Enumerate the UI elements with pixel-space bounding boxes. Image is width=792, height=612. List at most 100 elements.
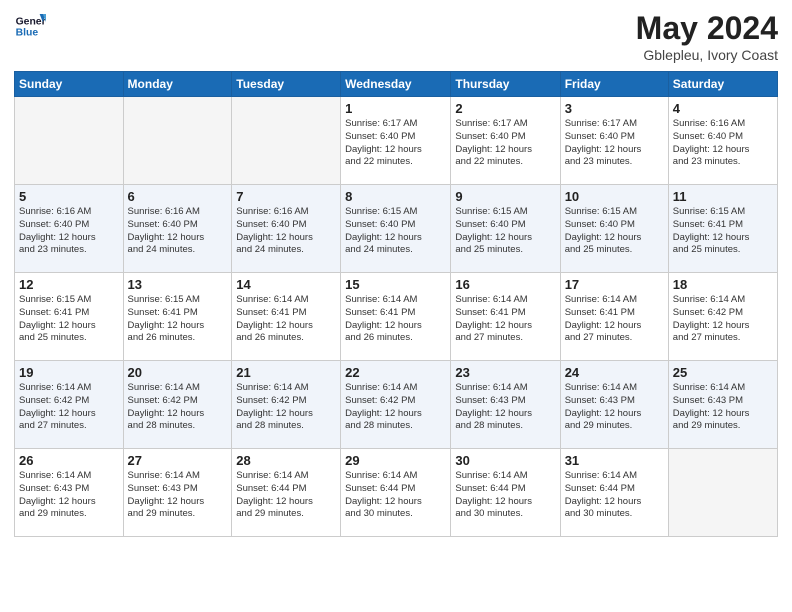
day-info: Sunrise: 6:14 AM Sunset: 6:42 PM Dayligh… xyxy=(19,382,119,433)
calendar-day-cell: 6Sunrise: 6:16 AM Sunset: 6:40 PM Daylig… xyxy=(123,185,232,273)
day-info: Sunrise: 6:15 AM Sunset: 6:41 PM Dayligh… xyxy=(673,206,773,257)
day-number: 12 xyxy=(19,277,119,292)
weekday-header: Saturday xyxy=(668,72,777,97)
day-info: Sunrise: 6:16 AM Sunset: 6:40 PM Dayligh… xyxy=(236,206,336,257)
calendar-week-row: 26 Sunrise: 6:14 AM Sunset: 6:43 PM Dayli… xyxy=(15,449,778,537)
calendar-day-cell xyxy=(232,97,341,185)
day-number: 18 xyxy=(673,277,773,292)
day-number: 1 xyxy=(345,101,446,116)
calendar-day-cell: 31 Sunrise: 6:14 AM Sunset: 6:44 PM Dayli… xyxy=(560,449,668,537)
day-number: 27 xyxy=(128,453,228,468)
day-info: Sunrise: 6:17 AM Sunset: 6:40 PM Dayligh… xyxy=(345,118,446,169)
day-number: 15 xyxy=(345,277,446,292)
day-info: Sunrise: 6:14 AM Sunset: 6:44 PM Dayligh… xyxy=(455,470,555,521)
calendar-day-cell: 16 Sunrise: 6:14 AM Sunset: 6:41 PM Dayli… xyxy=(451,273,560,361)
calendar-header-row: SundayMondayTuesdayWednesdayThursdayFrid… xyxy=(15,72,778,97)
calendar-day-cell: 5 Sunrise: 6:16 AM Sunset: 6:40 PM Daylig… xyxy=(15,185,124,273)
calendar-day-cell: 20 Sunrise: 6:14 AM Sunset: 6:42 PM Dayli… xyxy=(123,361,232,449)
header: General Blue May 2024 Gblepleu, Ivory Co… xyxy=(14,10,778,63)
calendar-day-cell: 21 Sunrise: 6:14 AM Sunset: 6:42 PM Dayli… xyxy=(232,361,341,449)
day-number: 5 xyxy=(19,189,119,204)
day-number: 9 xyxy=(455,189,555,204)
day-info: Sunrise: 6:14 AM Sunset: 6:41 PM Dayligh… xyxy=(565,294,664,345)
day-number: 7 xyxy=(236,189,336,204)
calendar-day-cell: 23 Sunrise: 6:14 AM Sunset: 6:43 PM Dayli… xyxy=(451,361,560,449)
day-number: 10 xyxy=(565,189,664,204)
calendar-week-row: 5 Sunrise: 6:16 AM Sunset: 6:40 PM Daylig… xyxy=(15,185,778,273)
calendar-day-cell: 2Sunrise: 6:17 AM Sunset: 6:40 PM Daylig… xyxy=(451,97,560,185)
day-number: 14 xyxy=(236,277,336,292)
day-info: Sunrise: 6:14 AM Sunset: 6:41 PM Dayligh… xyxy=(345,294,446,345)
calendar-day-cell: 28 Sunrise: 6:14 AM Sunset: 6:44 PM Dayli… xyxy=(232,449,341,537)
day-info: Sunrise: 6:15 AM Sunset: 6:40 PM Dayligh… xyxy=(345,206,446,257)
svg-text:Blue: Blue xyxy=(16,28,39,39)
day-info: Sunrise: 6:17 AM Sunset: 6:40 PM Dayligh… xyxy=(565,118,664,169)
day-info: Sunrise: 6:14 AM Sunset: 6:43 PM Dayligh… xyxy=(128,470,228,521)
day-number: 26 xyxy=(19,453,119,468)
day-info: Sunrise: 6:14 AM Sunset: 6:44 PM Dayligh… xyxy=(345,470,446,521)
day-number: 23 xyxy=(455,365,555,380)
day-info: Sunrise: 6:14 AM Sunset: 6:44 PM Dayligh… xyxy=(236,470,336,521)
calendar-day-cell: 27 Sunrise: 6:14 AM Sunset: 6:43 PM Dayli… xyxy=(123,449,232,537)
day-number: 16 xyxy=(455,277,555,292)
calendar-table: SundayMondayTuesdayWednesdayThursdayFrid… xyxy=(14,71,778,537)
calendar-day-cell: 8 Sunrise: 6:15 AM Sunset: 6:40 PM Daylig… xyxy=(341,185,451,273)
day-info: Sunrise: 6:14 AM Sunset: 6:43 PM Dayligh… xyxy=(455,382,555,433)
calendar-day-cell: 13 Sunrise: 6:15 AM Sunset: 6:41 PM Dayli… xyxy=(123,273,232,361)
day-info: Sunrise: 6:15 AM Sunset: 6:41 PM Dayligh… xyxy=(19,294,119,345)
weekday-header: Monday xyxy=(123,72,232,97)
day-info: Sunrise: 6:14 AM Sunset: 6:43 PM Dayligh… xyxy=(19,470,119,521)
day-number: 30 xyxy=(455,453,555,468)
day-number: 17 xyxy=(565,277,664,292)
calendar-day-cell: 22 Sunrise: 6:14 AM Sunset: 6:42 PM Dayli… xyxy=(341,361,451,449)
day-number: 24 xyxy=(565,365,664,380)
calendar-week-row: 12 Sunrise: 6:15 AM Sunset: 6:41 PM Dayli… xyxy=(15,273,778,361)
day-number: 11 xyxy=(673,189,773,204)
calendar-day-cell: 9 Sunrise: 6:15 AM Sunset: 6:40 PM Daylig… xyxy=(451,185,560,273)
logo: General Blue xyxy=(14,10,46,42)
calendar-day-cell: 14 Sunrise: 6:14 AM Sunset: 6:41 PM Dayli… xyxy=(232,273,341,361)
day-info: Sunrise: 6:15 AM Sunset: 6:40 PM Dayligh… xyxy=(455,206,555,257)
calendar-week-row: 19Sunrise: 6:14 AM Sunset: 6:42 PM Dayli… xyxy=(15,361,778,449)
calendar-day-cell: 30 Sunrise: 6:14 AM Sunset: 6:44 PM Dayli… xyxy=(451,449,560,537)
title-block: May 2024 Gblepleu, Ivory Coast xyxy=(636,10,778,63)
weekday-header: Tuesday xyxy=(232,72,341,97)
calendar-day-cell: 1 Sunrise: 6:17 AM Sunset: 6:40 PM Daylig… xyxy=(341,97,451,185)
day-number: 22 xyxy=(345,365,446,380)
day-info: Sunrise: 6:14 AM Sunset: 6:43 PM Dayligh… xyxy=(673,382,773,433)
day-number: 8 xyxy=(345,189,446,204)
day-info: Sunrise: 6:14 AM Sunset: 6:42 PM Dayligh… xyxy=(345,382,446,433)
day-info: Sunrise: 6:14 AM Sunset: 6:41 PM Dayligh… xyxy=(455,294,555,345)
day-info: Sunrise: 6:16 AM Sunset: 6:40 PM Dayligh… xyxy=(128,206,228,257)
calendar-day-cell: 18Sunrise: 6:14 AM Sunset: 6:42 PM Dayli… xyxy=(668,273,777,361)
calendar-day-cell: 26 Sunrise: 6:14 AM Sunset: 6:43 PM Dayli… xyxy=(15,449,124,537)
day-number: 31 xyxy=(565,453,664,468)
calendar-week-row: 1 Sunrise: 6:17 AM Sunset: 6:40 PM Daylig… xyxy=(15,97,778,185)
calendar-day-cell: 17 Sunrise: 6:14 AM Sunset: 6:41 PM Dayli… xyxy=(560,273,668,361)
day-number: 28 xyxy=(236,453,336,468)
logo-icon: General Blue xyxy=(14,10,46,42)
day-info: Sunrise: 6:14 AM Sunset: 6:43 PM Dayligh… xyxy=(565,382,664,433)
calendar-day-cell: 25Sunrise: 6:14 AM Sunset: 6:43 PM Dayli… xyxy=(668,361,777,449)
day-info: Sunrise: 6:16 AM Sunset: 6:40 PM Dayligh… xyxy=(19,206,119,257)
day-info: Sunrise: 6:16 AM Sunset: 6:40 PM Dayligh… xyxy=(673,118,773,169)
page: General Blue May 2024 Gblepleu, Ivory Co… xyxy=(0,0,792,612)
day-info: Sunrise: 6:14 AM Sunset: 6:41 PM Dayligh… xyxy=(236,294,336,345)
day-number: 21 xyxy=(236,365,336,380)
calendar-subtitle: Gblepleu, Ivory Coast xyxy=(636,47,778,63)
day-number: 13 xyxy=(128,277,228,292)
day-info: Sunrise: 6:14 AM Sunset: 6:42 PM Dayligh… xyxy=(236,382,336,433)
calendar-day-cell: 12 Sunrise: 6:15 AM Sunset: 6:41 PM Dayli… xyxy=(15,273,124,361)
day-number: 2 xyxy=(455,101,555,116)
day-info: Sunrise: 6:14 AM Sunset: 6:44 PM Dayligh… xyxy=(565,470,664,521)
day-info: Sunrise: 6:15 AM Sunset: 6:41 PM Dayligh… xyxy=(128,294,228,345)
day-number: 4 xyxy=(673,101,773,116)
day-number: 20 xyxy=(128,365,228,380)
calendar-day-cell xyxy=(668,449,777,537)
weekday-header: Wednesday xyxy=(341,72,451,97)
weekday-header: Sunday xyxy=(15,72,124,97)
calendar-day-cell: 10Sunrise: 6:15 AM Sunset: 6:40 PM Dayli… xyxy=(560,185,668,273)
day-info: Sunrise: 6:14 AM Sunset: 6:42 PM Dayligh… xyxy=(128,382,228,433)
calendar-day-cell: 29Sunrise: 6:14 AM Sunset: 6:44 PM Dayli… xyxy=(341,449,451,537)
calendar-day-cell: 24 Sunrise: 6:14 AM Sunset: 6:43 PM Dayli… xyxy=(560,361,668,449)
